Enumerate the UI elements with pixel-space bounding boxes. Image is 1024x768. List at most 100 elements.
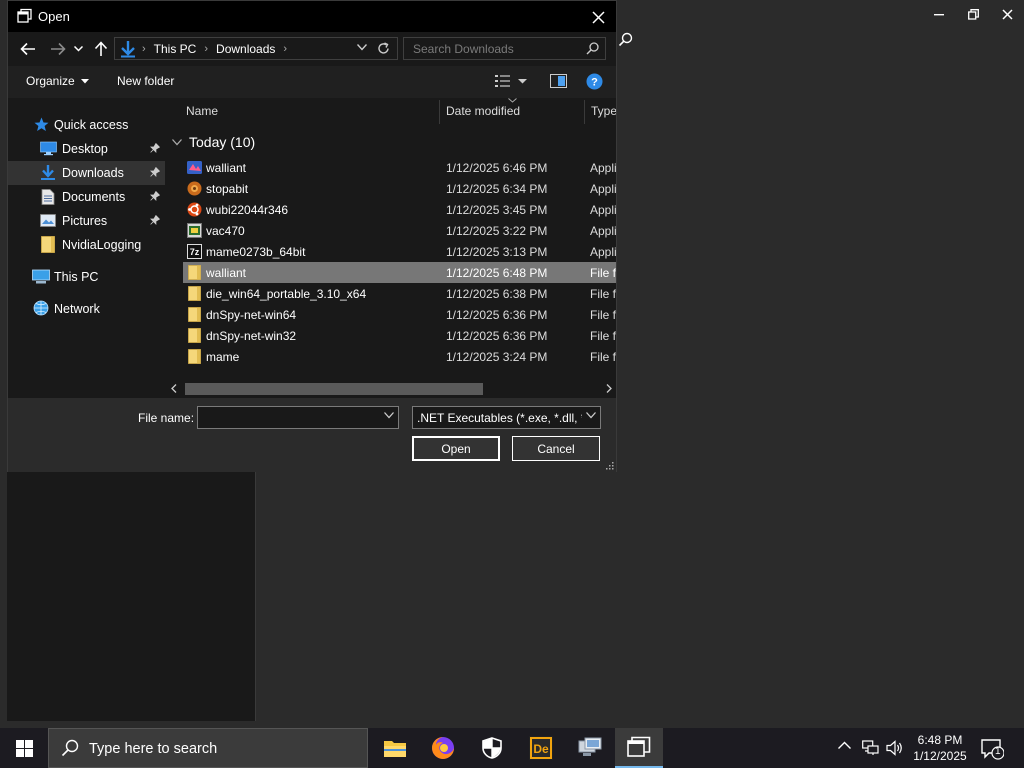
show-hidden-icons-icon[interactable]: [838, 741, 851, 749]
nav-network[interactable]: Network: [8, 297, 165, 321]
search-icon[interactable]: [618, 32, 634, 48]
recent-locations-button[interactable]: [71, 40, 85, 58]
view-options-button[interactable]: [494, 74, 527, 88]
file-name: mame: [206, 350, 240, 364]
column-divider[interactable]: [439, 100, 440, 124]
ubuntu-icon: [187, 202, 202, 217]
nav-documents[interactable]: Documents: [8, 185, 165, 209]
star-icon: [34, 117, 50, 133]
organize-menu[interactable]: Organize: [26, 74, 89, 88]
restore-button[interactable]: [956, 0, 990, 28]
file-name: dnSpy-net-win64: [206, 308, 297, 322]
file-list-pane: Name Date modified Type Today (10) walli…: [165, 98, 616, 397]
nav-pictures[interactable]: Pictures: [8, 209, 165, 233]
file-row[interactable]: die_win64_portable_3.10_x64 1/12/2025 6:…: [183, 283, 616, 304]
pc-icon: [32, 269, 50, 285]
file-row[interactable]: mame 1/12/2025 3:24 PM File fo: [183, 346, 616, 367]
column-headers: Name Date modified Type: [165, 98, 616, 124]
back-button[interactable]: [18, 40, 38, 58]
file-row-selected[interactable]: walliant 1/12/2025 6:48 PM File fo: [183, 262, 616, 283]
7zip-icon: 7z: [187, 244, 202, 259]
breadcrumb-separator: ›: [204, 42, 209, 55]
network-status-icon[interactable]: [862, 740, 880, 756]
restore-icon: [967, 8, 979, 20]
new-folder-button[interactable]: New folder: [117, 74, 174, 88]
search-input[interactable]: Search Downloads: [403, 37, 606, 60]
column-header-date[interactable]: Date modified: [446, 104, 520, 118]
documents-icon: [41, 189, 57, 205]
file-date: 1/12/2025 3:24 PM: [446, 350, 548, 364]
resize-grip-icon[interactable]: [606, 462, 614, 470]
file-name-label: File name:: [138, 411, 195, 425]
nav-quick-access[interactable]: Quick access: [8, 113, 165, 137]
breadcrumb-downloads[interactable]: Downloads: [216, 42, 275, 56]
close-icon: [591, 10, 605, 24]
notification-center-button[interactable]: 1: [980, 738, 1004, 760]
forward-button[interactable]: [48, 40, 68, 58]
chevron-down-icon[interactable]: [586, 412, 596, 419]
column-header-type[interactable]: Type: [591, 104, 616, 118]
file-type: Appli: [590, 182, 616, 196]
file-row[interactable]: 7z mame0273b_64bit 1/12/2025 3:13 PM App…: [183, 241, 616, 262]
file-date: 1/12/2025 6:48 PM: [446, 266, 548, 280]
address-history-dropdown[interactable]: [357, 44, 367, 51]
preview-pane-button[interactable]: [550, 74, 567, 88]
file-row[interactable]: stopabit 1/12/2025 6:34 PM Appli: [183, 178, 616, 199]
close-button[interactable]: [990, 0, 1024, 28]
file-type-filter[interactable]: .NET Executables (*.exe, *.dll, *.: [412, 406, 601, 429]
file-explorer-icon[interactable]: [371, 728, 419, 768]
scrollbar-thumb[interactable]: [185, 383, 483, 395]
nav-downloads[interactable]: Downloads: [8, 161, 165, 185]
nav-label: Downloads: [62, 166, 124, 180]
file-row[interactable]: dnSpy-net-win64 1/12/2025 6:36 PM File f…: [183, 304, 616, 325]
minimize-button[interactable]: [922, 0, 956, 28]
scroll-right-icon[interactable]: [606, 384, 612, 393]
pin-icon: [149, 191, 160, 202]
nav-this-pc[interactable]: This PC: [8, 265, 165, 289]
clock-time: 6:48 PM: [917, 733, 963, 747]
group-header-today[interactable]: Today (10): [172, 134, 255, 150]
chevron-down-icon[interactable]: [384, 412, 394, 419]
open-button[interactable]: Open: [412, 436, 500, 461]
remote-desktop-icon[interactable]: [566, 728, 614, 768]
file-row[interactable]: vac470 1/12/2025 3:22 PM Appli: [183, 220, 616, 241]
file-row[interactable]: walliant 1/12/2025 6:46 PM Appli: [183, 157, 616, 178]
volume-icon[interactable]: [886, 740, 904, 756]
help-button[interactable]: ?: [586, 73, 603, 90]
download-icon: [119, 40, 137, 58]
nav-label: This PC: [54, 270, 99, 284]
pictures-icon: [40, 214, 56, 230]
file-date: 1/12/2025 3:45 PM: [446, 203, 548, 217]
column-header-name[interactable]: Name: [186, 104, 218, 118]
dialog-close-button[interactable]: [586, 5, 610, 29]
breadcrumb-this-pc[interactable]: This PC: [154, 42, 197, 56]
up-button[interactable]: [91, 40, 111, 58]
firefox-icon[interactable]: [419, 728, 467, 768]
arrow-right-icon: [51, 42, 66, 56]
taskbar-search-box[interactable]: Type here to search: [48, 728, 368, 768]
column-divider[interactable]: [584, 100, 585, 124]
background-side-panel: [7, 472, 256, 721]
security-shield-icon[interactable]: [468, 728, 516, 768]
file-date: 1/12/2025 6:36 PM: [446, 308, 548, 322]
chevron-down-icon: [73, 46, 83, 52]
scroll-left-icon[interactable]: [171, 384, 177, 393]
file-row[interactable]: dnSpy-net-win32 1/12/2025 6:36 PM File f…: [183, 325, 616, 346]
help-icon: ?: [586, 73, 603, 90]
nav-desktop[interactable]: Desktop: [8, 137, 165, 161]
file-row[interactable]: wubi22044r346 1/12/2025 3:45 PM Appli: [183, 199, 616, 220]
cancel-button[interactable]: Cancel: [512, 436, 600, 461]
file-name-input[interactable]: [197, 406, 399, 429]
dnspy-window-icon[interactable]: [615, 728, 663, 768]
file-type: Appli: [590, 245, 616, 259]
start-button[interactable]: [0, 728, 48, 768]
file-date: 1/12/2025 6:34 PM: [446, 182, 548, 196]
refresh-button[interactable]: [377, 42, 390, 55]
organize-label: Organize: [26, 74, 75, 88]
file-type: File fo: [590, 308, 616, 322]
address-bar[interactable]: › This PC › Downloads ›: [114, 37, 398, 60]
horizontal-scrollbar[interactable]: [165, 380, 616, 397]
nav-nvidialogging[interactable]: NvidiaLogging: [8, 233, 165, 257]
taskbar-clock[interactable]: 6:48 PM 1/12/2025: [908, 732, 972, 764]
die-app-icon[interactable]: De: [517, 728, 565, 768]
